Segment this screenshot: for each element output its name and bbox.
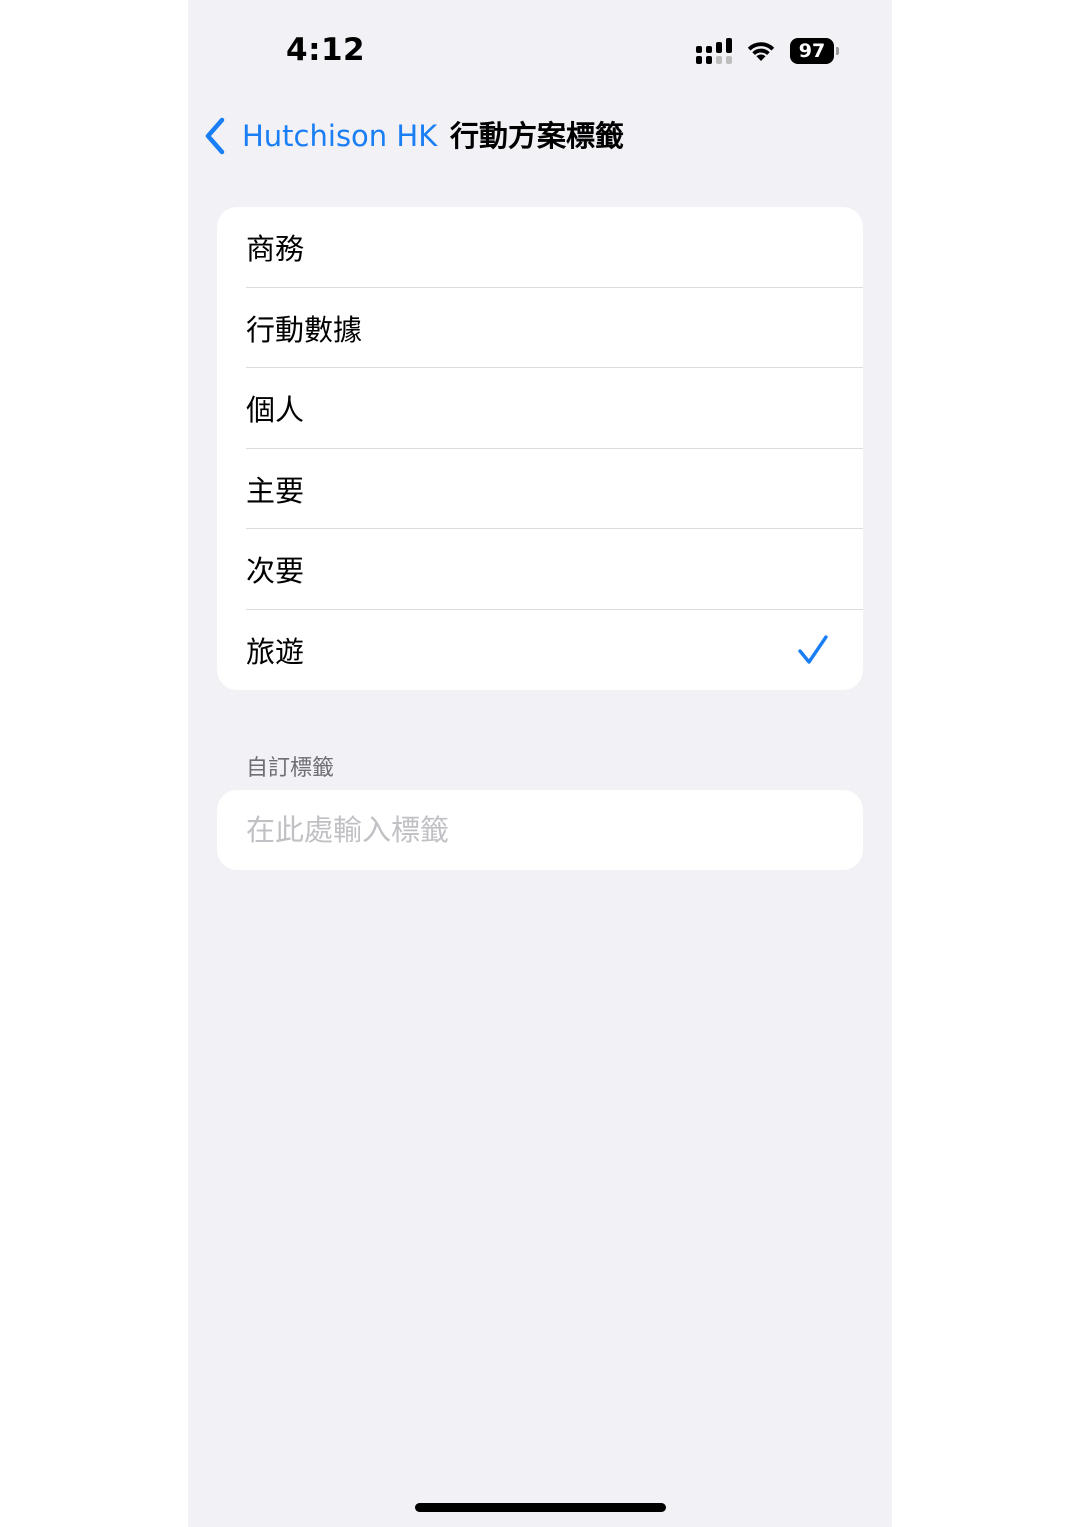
phone-screen: 4:12 97 Hutchison HK 行動方案標籤 商務 行動數據 個人 主… xyxy=(188,0,892,1527)
wifi-icon xyxy=(747,42,775,61)
back-button[interactable]: Hutchison HK xyxy=(202,108,437,164)
cellular-signal-icon xyxy=(696,38,732,64)
option-label: 次要 xyxy=(246,554,305,589)
battery-icon: 97 xyxy=(790,38,839,64)
page-title: 行動方案標籤 xyxy=(450,119,625,153)
back-button-label: Hutchison HK xyxy=(242,119,438,153)
option-row-primary[interactable]: 主要 xyxy=(217,449,863,529)
plan-label-options-list: 商務 行動數據 個人 主要 次要 旅遊 xyxy=(217,207,863,690)
custom-label-group xyxy=(217,790,863,870)
option-row-secondary[interactable]: 次要 xyxy=(217,529,863,610)
custom-label-input[interactable] xyxy=(217,790,863,870)
checkmark-icon xyxy=(798,634,828,664)
battery-level: 97 xyxy=(798,40,826,62)
custom-label-section-header: 自訂標籤 xyxy=(246,756,335,781)
option-row-personal[interactable]: 個人 xyxy=(217,368,863,449)
option-label: 個人 xyxy=(246,393,305,428)
navigation-bar: Hutchison HK 行動方案標籤 xyxy=(188,108,892,164)
option-row-business[interactable]: 商務 xyxy=(217,207,863,288)
chevron-left-icon xyxy=(205,117,225,155)
option-label: 主要 xyxy=(246,473,305,508)
option-row-travel[interactable]: 旅遊 xyxy=(217,610,863,691)
option-label: 旅遊 xyxy=(246,634,305,669)
option-row-mobile-data[interactable]: 行動數據 xyxy=(217,288,863,368)
option-label: 行動數據 xyxy=(246,312,363,347)
option-label: 商務 xyxy=(246,232,305,267)
home-indicator[interactable] xyxy=(415,1503,666,1512)
status-time: 4:12 xyxy=(286,32,366,68)
status-icons: 97 xyxy=(696,38,839,64)
